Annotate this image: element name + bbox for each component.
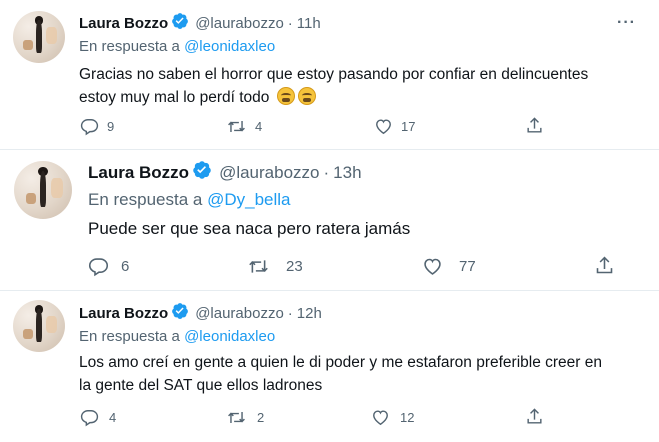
author-handle[interactable]: @laurabozzo <box>219 163 319 183</box>
timestamp[interactable]: 12h <box>297 305 322 322</box>
tweet-text: Gracias no saben el horror que estoy pas… <box>79 63 649 109</box>
author-handle[interactable]: @laurabozzo <box>195 15 284 32</box>
retweet-count: 4 <box>255 119 263 134</box>
tweet[interactable]: Laura Bozzo @laurabozzo · 11h ··· En res… <box>0 0 659 150</box>
reply-button[interactable]: 9 <box>80 117 114 136</box>
mention-link[interactable]: @leonidaxleo <box>184 328 275 345</box>
like-count: 17 <box>401 119 416 134</box>
tweet[interactable]: Laura Bozzo @laurabozzo · 13h En respues… <box>0 150 659 291</box>
reply-icon <box>88 258 109 277</box>
share-button[interactable] <box>525 116 544 135</box>
verified-badge-icon <box>192 160 212 185</box>
tweet-text-line-2: estoy muy mal lo perdí todo <box>79 86 649 109</box>
mention-link[interactable]: @leonidaxleo <box>184 38 275 55</box>
retweet-count: 2 <box>257 410 265 425</box>
retweet-button[interactable]: 2 <box>226 408 264 427</box>
like-count: 12 <box>400 410 415 425</box>
separator-dot: · <box>287 14 293 32</box>
author-name[interactable]: Laura Bozzo <box>88 163 189 183</box>
weary-face-emoji <box>297 87 316 105</box>
mention-link[interactable]: @Dy_bella <box>207 190 290 209</box>
reply-context: En respuesta a @leonidaxleo <box>79 328 275 345</box>
reply-icon <box>80 410 99 427</box>
tweet-feed: Laura Bozzo @laurabozzo · 11h ··· En res… <box>0 0 659 442</box>
tweet-text-line: Los amo creí en gente a quien le di pode… <box>79 354 603 371</box>
reply-button[interactable]: 6 <box>88 256 129 277</box>
tweet-text: Puede ser que sea naca pero ratera jamás <box>88 217 648 241</box>
share-button[interactable] <box>594 255 615 276</box>
like-icon <box>373 410 388 426</box>
reply-count: 4 <box>109 410 117 425</box>
retweet-count: 23 <box>286 258 303 275</box>
tweet-header: Laura Bozzo @laurabozzo · 12h <box>79 302 322 324</box>
reply-prefix: En respuesta a <box>79 38 180 55</box>
avatar[interactable] <box>13 300 65 352</box>
reply-context: En respuesta a @Dy_bella <box>88 190 291 210</box>
like-icon <box>376 119 391 135</box>
tweet-text-line: Puede ser que sea naca pero ratera jamás <box>88 219 411 238</box>
share-icon <box>527 117 542 133</box>
more-icon[interactable]: ··· <box>617 14 636 32</box>
reply-context: En respuesta a @leonidaxleo <box>79 38 275 55</box>
separator-dot: · <box>287 304 293 322</box>
verified-badge-icon <box>171 302 189 324</box>
author-name[interactable]: Laura Bozzo <box>79 15 168 32</box>
share-icon <box>596 256 613 274</box>
separator-dot: · <box>323 162 330 182</box>
like-icon <box>424 258 441 275</box>
retweet-icon <box>228 411 245 424</box>
reply-icon <box>80 119 99 136</box>
reply-prefix: En respuesta a <box>79 328 180 345</box>
reply-button[interactable]: 4 <box>80 408 116 427</box>
avatar[interactable] <box>14 161 72 219</box>
retweet-button[interactable]: 23 <box>247 256 303 277</box>
tweet-text-line: estoy muy mal lo perdí todo <box>79 89 270 106</box>
like-button[interactable]: 17 <box>374 117 415 136</box>
like-button[interactable]: 77 <box>422 256 476 277</box>
tweet-header: Laura Bozzo @laurabozzo · 13h <box>88 160 362 185</box>
author-name[interactable]: Laura Bozzo <box>79 305 168 322</box>
retweet-icon <box>249 260 268 273</box>
timestamp[interactable]: 11h <box>297 15 321 32</box>
share-button[interactable] <box>525 407 544 426</box>
author-handle[interactable]: @laurabozzo <box>195 305 284 322</box>
timestamp[interactable]: 13h <box>333 163 361 183</box>
tweet[interactable]: Laura Bozzo @laurabozzo · 12h En respues… <box>0 291 659 442</box>
share-icon <box>527 408 542 424</box>
like-count: 77 <box>459 258 476 275</box>
tweet-text-line: la gente del SAT que ellos ladrones <box>79 377 323 394</box>
reply-count: 9 <box>107 119 115 134</box>
retweet-button[interactable]: 4 <box>226 117 262 136</box>
tweet-text: Los amo creí en gente a quien le di pode… <box>79 351 651 397</box>
like-button[interactable]: 12 <box>371 408 414 427</box>
tweet-header: Laura Bozzo @laurabozzo · 11h <box>79 12 321 34</box>
avatar[interactable] <box>13 11 65 63</box>
verified-badge-icon <box>171 12 189 34</box>
reply-prefix: En respuesta a <box>88 190 203 209</box>
weary-face-emoji <box>276 87 295 105</box>
reply-count: 6 <box>121 258 130 275</box>
retweet-icon <box>228 120 245 133</box>
tweet-text-line: Gracias no saben el horror que estoy pas… <box>79 66 589 83</box>
